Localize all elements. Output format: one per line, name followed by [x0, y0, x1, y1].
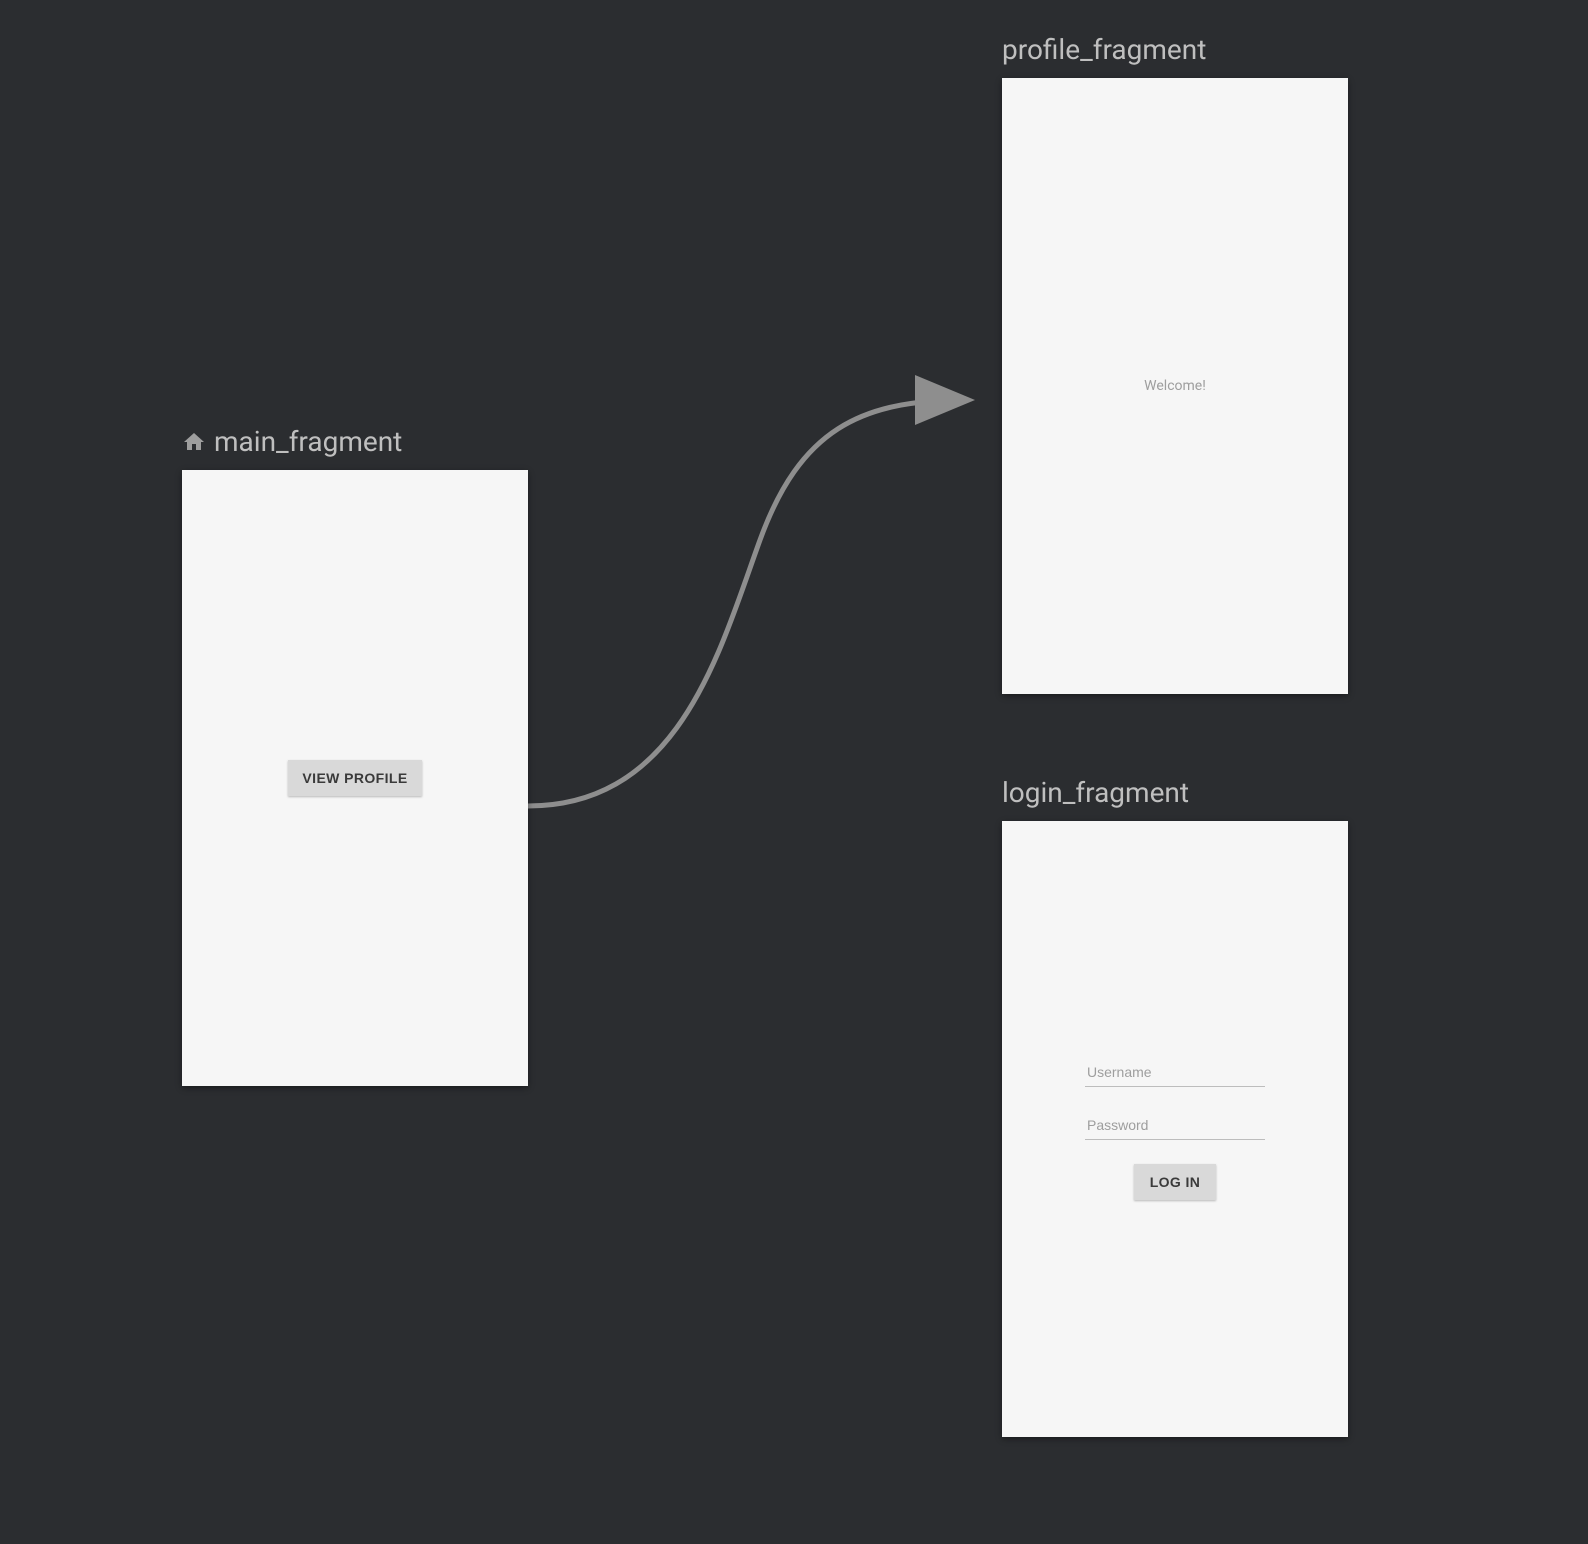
main-fragment-title-row: main_fragment	[182, 425, 528, 458]
login-fragment-title: login_fragment	[1002, 776, 1189, 809]
login-button[interactable]: LOG IN	[1134, 1164, 1217, 1200]
login-fragment-title-row: login_fragment	[1002, 776, 1348, 809]
login-fragment-screen: LOG IN	[1002, 821, 1348, 1437]
profile-fragment-title-row: profile_fragment	[1002, 33, 1348, 66]
main-fragment-screen: VIEW PROFILE	[182, 470, 528, 1086]
home-icon	[182, 430, 206, 454]
main-fragment-group: main_fragment VIEW PROFILE	[182, 425, 528, 1086]
profile-fragment-screen: Welcome!	[1002, 78, 1348, 694]
login-form: LOG IN	[1085, 1058, 1265, 1200]
login-fragment-group: login_fragment LOG IN	[1002, 776, 1348, 1437]
username-field[interactable]	[1085, 1058, 1265, 1087]
view-profile-button[interactable]: VIEW PROFILE	[288, 760, 421, 796]
profile-fragment-title: profile_fragment	[1002, 33, 1206, 66]
password-field[interactable]	[1085, 1111, 1265, 1140]
main-fragment-title: main_fragment	[214, 425, 402, 458]
profile-fragment-group: profile_fragment Welcome!	[1002, 33, 1348, 694]
welcome-text: Welcome!	[1144, 378, 1206, 394]
